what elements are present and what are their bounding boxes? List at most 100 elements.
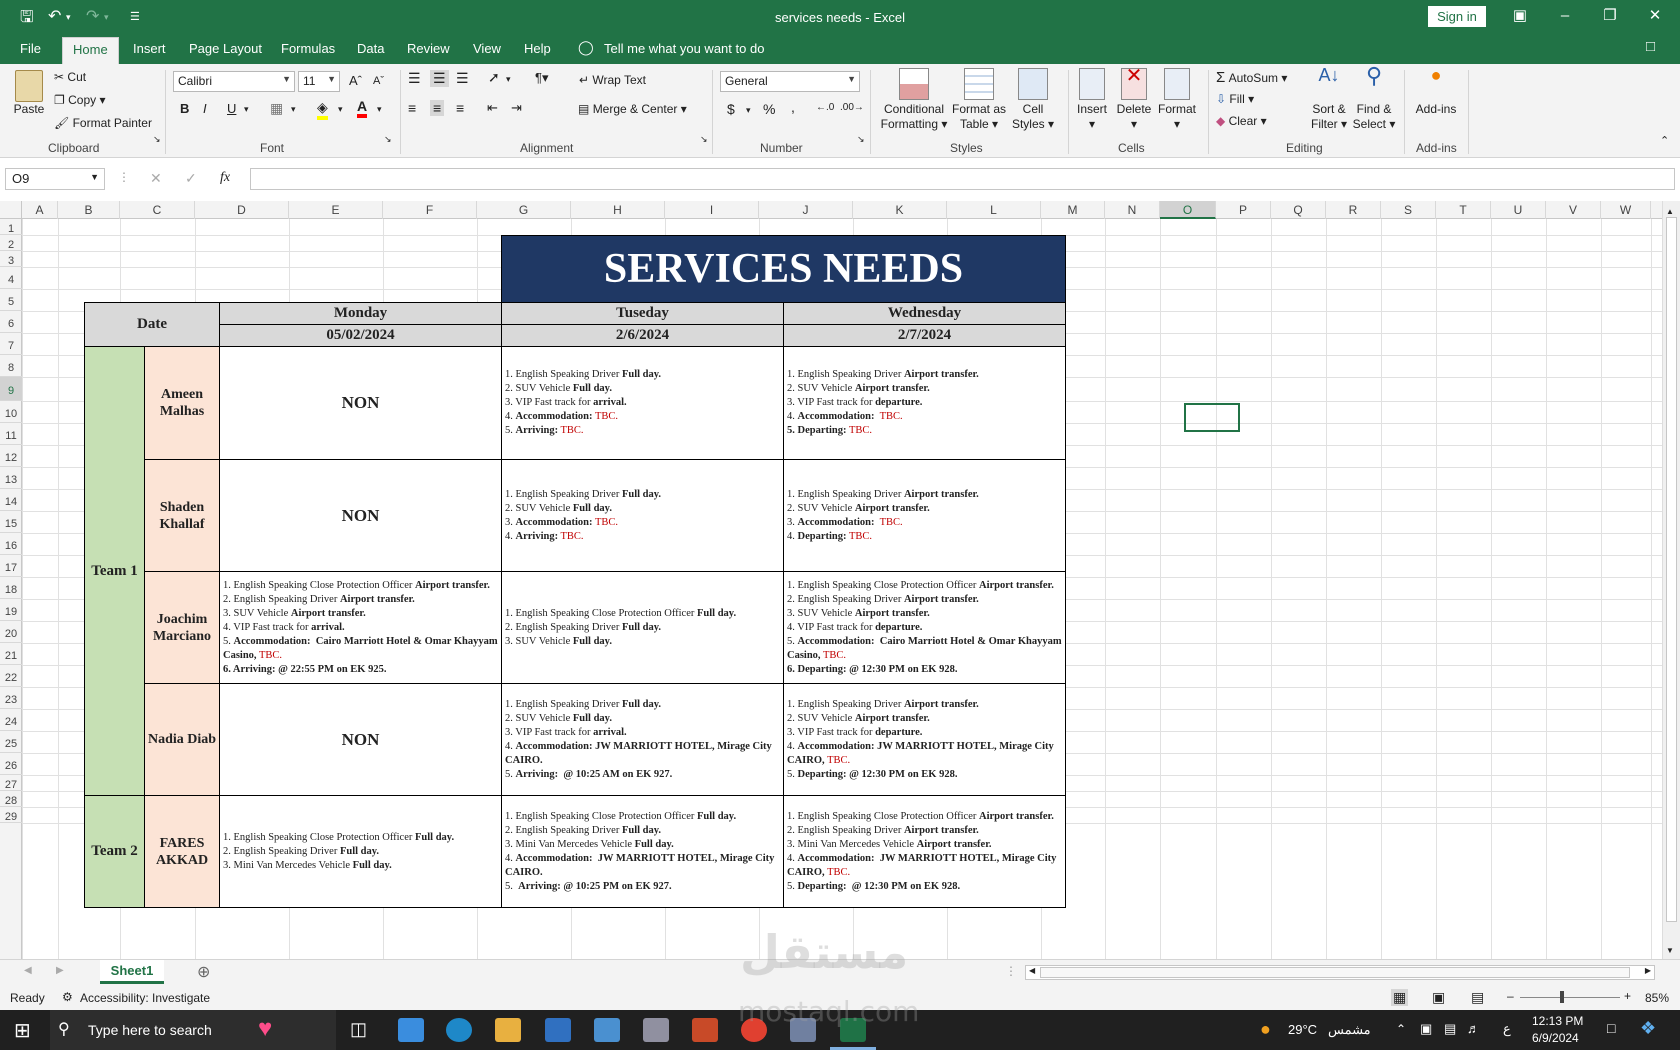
clear-button[interactable]: ◆ Clear ▾ — [1216, 114, 1267, 128]
number-launcher-icon[interactable]: ↘ — [857, 134, 865, 145]
row-header-6[interactable]: 6 — [0, 311, 22, 333]
nadia-wednesday[interactable]: 1. English Speaking Driver Airport trans… — [783, 683, 1066, 796]
nadia-monday[interactable]: NON — [219, 683, 502, 796]
monday-header[interactable]: Monday — [219, 302, 502, 325]
column-header-s[interactable]: S — [1381, 201, 1436, 219]
row-header-25[interactable]: 25 — [0, 731, 22, 753]
rtl-icon[interactable]: ¶▾ — [535, 70, 549, 86]
column-header-v[interactable]: V — [1546, 201, 1601, 219]
powerpoint-icon[interactable] — [692, 1018, 718, 1042]
currency-dropdown-icon[interactable]: ▾ — [746, 105, 751, 116]
weather-temp[interactable]: 29°C — [1288, 1022, 1317, 1037]
row-header-18[interactable]: 18 — [0, 577, 22, 599]
percent-button[interactable]: % — [763, 101, 775, 117]
row-header-16[interactable]: 16 — [0, 533, 22, 555]
sort-filter-button[interactable]: A↓ Sort & Filter ▾ — [1308, 66, 1350, 132]
row-header-29[interactable]: 29 — [0, 807, 22, 823]
comments-icon[interactable]: □ — [1646, 38, 1655, 55]
format-as-table-button[interactable]: Format as Table ▾ — [950, 68, 1008, 132]
decrease-decimal-icon[interactable]: .00→ — [840, 102, 864, 113]
column-header-b[interactable]: B — [58, 201, 120, 219]
close-icon[interactable]: ✕ — [1635, 4, 1675, 28]
row-header-24[interactable]: 24 — [0, 709, 22, 731]
sheet-tab-sheet1[interactable]: Sheet1 — [100, 960, 164, 984]
network-icon[interactable]: ▤ — [1444, 1021, 1456, 1037]
bold-button[interactable]: B — [180, 101, 189, 116]
cancel-icon[interactable]: ✕ — [150, 170, 162, 187]
scroll-left-icon[interactable]: ◀ — [1029, 966, 1035, 975]
number-format-select[interactable]: General ▼ — [720, 71, 860, 92]
row-header-28[interactable]: 28 — [0, 791, 22, 807]
cell-styles-button[interactable]: Cell Styles ▾ — [1008, 68, 1058, 132]
nadia-tuesday[interactable]: 1. English Speaking Driver Full day. 2. … — [501, 683, 784, 796]
accessibility-status[interactable]: Accessibility: Investigate — [80, 991, 210, 1005]
select-all-corner[interactable] — [0, 201, 22, 219]
column-header-d[interactable]: D — [195, 201, 289, 219]
comma-button[interactable]: , — [791, 99, 795, 115]
fill-color-icon[interactable]: ◈ — [317, 99, 328, 120]
column-header-q[interactable]: Q — [1271, 201, 1326, 219]
increase-decimal-icon[interactable]: ←.0 — [816, 102, 834, 113]
notifications-icon[interactable]: □ — [1607, 1020, 1615, 1036]
minimize-icon[interactable]: – — [1545, 4, 1585, 28]
date-header[interactable]: Date — [84, 302, 220, 347]
taskbar-search-box[interactable]: ⚲ Type here to search ♥ — [50, 1010, 336, 1050]
paste-button[interactable]: Paste — [12, 70, 46, 117]
scroll-right-icon[interactable]: ▶ — [1645, 966, 1651, 975]
tuesday-header[interactable]: Tuseday — [501, 302, 784, 325]
format-painter-button[interactable]: 🖌 Format Painter — [54, 116, 152, 130]
wednesday-header[interactable]: Wednesday — [783, 302, 1066, 325]
column-header-n[interactable]: N — [1105, 201, 1160, 219]
add-sheet-icon[interactable]: ⊕ — [197, 962, 210, 982]
align-right-icon[interactable]: ≡ — [456, 100, 464, 116]
person-shaden[interactable]: Shaden Khallaf — [144, 459, 220, 572]
fares-wednesday[interactable]: 1. English Speaking Close Protection Off… — [783, 795, 1066, 908]
formula-input[interactable] — [250, 168, 1675, 190]
format-cells-button[interactable]: Format ▾ — [1156, 68, 1198, 132]
row-header-3[interactable]: 3 — [0, 251, 22, 267]
team-1-cell[interactable]: Team 1 — [84, 346, 145, 796]
row-header-11[interactable]: 11 — [0, 423, 22, 445]
tab-file[interactable]: File — [20, 41, 41, 56]
borders-dropdown-icon[interactable]: ▾ — [291, 104, 296, 115]
copilot-icon[interactable]: ❖ — [1640, 1018, 1656, 1039]
enter-icon[interactable]: ✓ — [185, 170, 197, 187]
column-header-c[interactable]: C — [120, 201, 195, 219]
column-header-k[interactable]: K — [853, 201, 947, 219]
clipboard-launcher-icon[interactable]: ↘ — [153, 134, 161, 145]
find-select-button[interactable]: ⚲ Find & Select ▾ — [1352, 65, 1396, 132]
zoom-in-icon[interactable]: + — [1624, 989, 1631, 1003]
vertical-scrollbar[interactable]: ▲ ▼ — [1662, 201, 1680, 959]
fill-button[interactable]: ⇩ Fill ▾ — [1216, 92, 1254, 106]
tuesday-date[interactable]: 2/6/2024 — [501, 324, 784, 347]
underline-button[interactable]: U — [227, 101, 236, 116]
tab-formulas[interactable]: Formulas — [281, 41, 335, 56]
tell-me-search[interactable]: Tell me what you want to do — [604, 41, 764, 56]
input-language[interactable]: ع — [1503, 1021, 1511, 1037]
team-2-cell[interactable]: Team 2 — [84, 795, 145, 908]
sign-in-button[interactable]: Sign in — [1428, 6, 1486, 27]
redo-dropdown-icon[interactable]: ▾ — [104, 12, 109, 23]
store-icon[interactable] — [545, 1018, 571, 1042]
shaden-tuesday[interactable]: 1. English Speaking Driver Full day. 2. … — [501, 459, 784, 572]
tray-chevron-icon[interactable]: ⌃ — [1396, 1022, 1406, 1036]
shaden-monday[interactable]: NON — [219, 459, 502, 572]
mail-icon[interactable] — [594, 1018, 620, 1042]
clock-date[interactable]: 6/9/2024 — [1532, 1031, 1579, 1045]
windows-start-icon[interactable]: ⊞ — [14, 1018, 31, 1043]
column-header-t[interactable]: T — [1436, 201, 1491, 219]
column-header-u[interactable]: U — [1491, 201, 1546, 219]
column-header-a[interactable]: A — [22, 201, 58, 219]
ribbon-display-icon[interactable]: ▣ — [1500, 4, 1540, 28]
horizontal-scrollbar[interactable]: ◀ ▶ — [1025, 965, 1655, 980]
autosum-button[interactable]: Σ AutoSum ▾ — [1216, 69, 1287, 86]
volume-icon[interactable]: ♬ — [1467, 1021, 1480, 1036]
row-header-10[interactable]: 10 — [0, 401, 22, 423]
cut-button[interactable]: ✂ Cut — [54, 70, 86, 84]
align-center-icon[interactable]: ≡ — [430, 100, 445, 116]
row-header-26[interactable]: 26 — [0, 753, 22, 775]
row-header-7[interactable]: 7 — [0, 333, 22, 355]
zoom-out-icon[interactable]: – — [1507, 989, 1514, 1003]
column-header-p[interactable]: P — [1216, 201, 1271, 219]
addins-button[interactable]: ● Add-ins — [1412, 66, 1460, 117]
